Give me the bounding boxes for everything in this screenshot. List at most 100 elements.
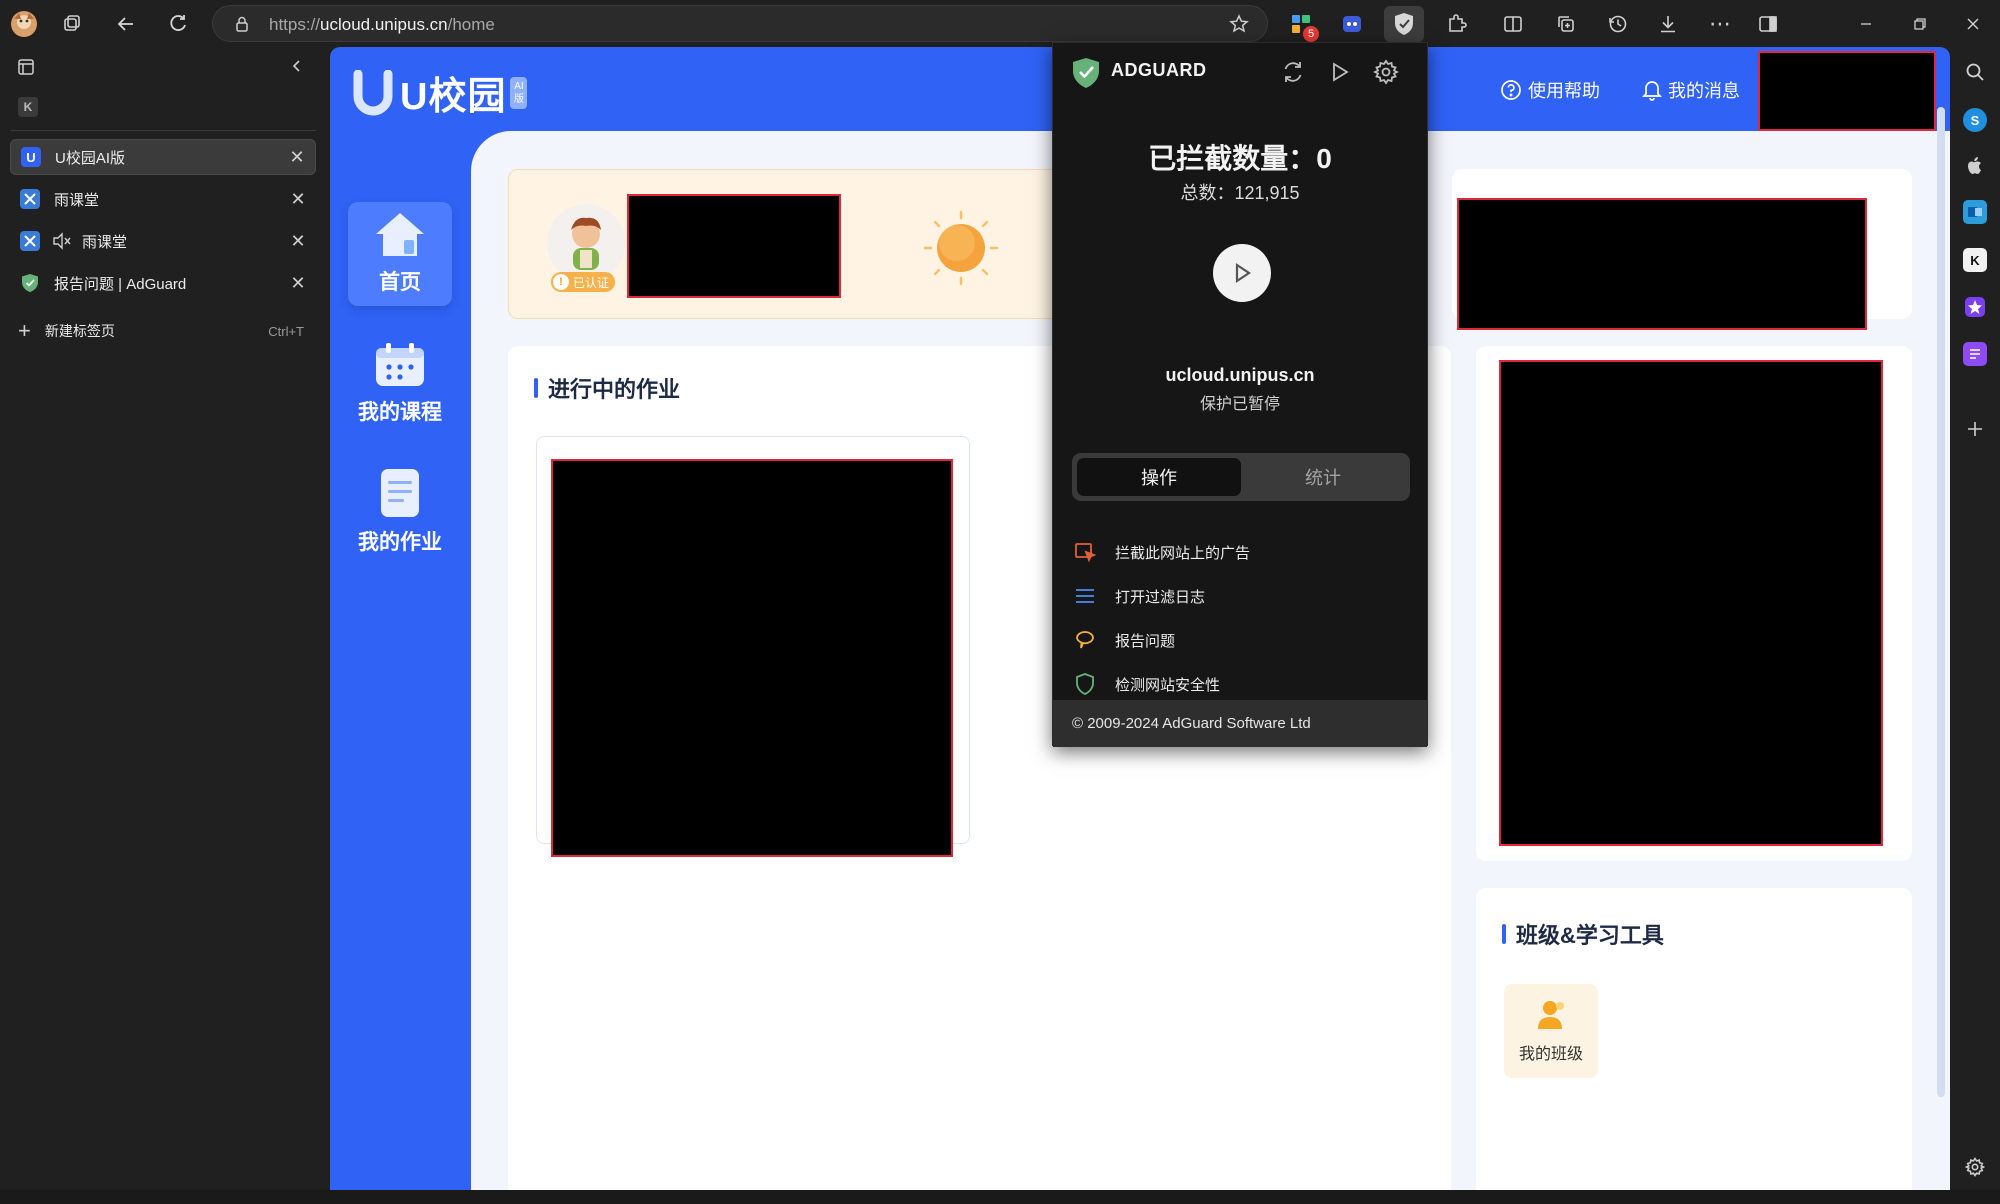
- adguard-extension-icon[interactable]: [1384, 6, 1424, 42]
- downloads-icon[interactable]: [1652, 8, 1684, 40]
- lock-icon[interactable]: [233, 15, 251, 33]
- sidebar-settings-gear-icon[interactable]: [1963, 1155, 1987, 1179]
- nav-my-courses[interactable]: 我的课程: [348, 332, 452, 436]
- collapse-panel-icon[interactable]: [288, 57, 306, 75]
- verified-badge: ! 已认证: [551, 272, 616, 292]
- resume-protection-icon[interactable]: [1327, 59, 1353, 85]
- logo-ai-badge: AI版: [510, 76, 528, 109]
- nav-label: 我的课程: [358, 401, 442, 424]
- help-link[interactable]: 使用帮助: [1500, 77, 1600, 103]
- new-tab-label: 新建标签页: [44, 323, 115, 339]
- tab-title: 雨课堂: [54, 191, 100, 209]
- tab-actions[interactable]: 操作: [1077, 458, 1241, 496]
- star-app-icon[interactable]: [1963, 295, 1987, 319]
- outlook-icon[interactable]: [1963, 200, 1987, 224]
- tab-title: U校园AI版: [55, 149, 126, 167]
- my-class-tool[interactable]: 我的班级: [1504, 984, 1598, 1078]
- calendar-icon: [376, 343, 424, 386]
- ucampus-favicon-icon: U: [21, 147, 41, 167]
- resume-play-button[interactable]: [1213, 244, 1271, 302]
- nav-label: 我的作业: [358, 531, 442, 554]
- close-tab-icon[interactable]: ✕: [286, 271, 310, 295]
- page-scrollbar[interactable]: [1937, 107, 1945, 1097]
- collections-icon[interactable]: [1550, 8, 1582, 40]
- muted-speaker-icon[interactable]: [52, 232, 72, 250]
- notes-app-icon[interactable]: [1963, 342, 1987, 366]
- popup-segmented-tabs: 操作 统计: [1072, 453, 1410, 501]
- blocked-count-text: 已拦截数量：0: [1053, 137, 1427, 177]
- redacted-homework: [551, 459, 953, 857]
- stats-card: [1452, 169, 1912, 330]
- address-bar[interactable]: https://ucloud.unipus.cn/home: [212, 5, 1268, 42]
- skype-icon[interactable]: S: [1963, 108, 1987, 132]
- total-count: 121,915: [1234, 183, 1300, 203]
- messages-label: 我的消息: [1668, 81, 1740, 101]
- homework-item-card[interactable]: [536, 436, 970, 857]
- back-icon[interactable]: [110, 8, 142, 40]
- nav-home[interactable]: 首页: [348, 202, 452, 306]
- tab-statistics[interactable]: 统计: [1241, 458, 1405, 496]
- split-screen-icon[interactable]: [1497, 8, 1529, 40]
- redacted-user-area: [1758, 51, 1936, 131]
- tab-actions-icon[interactable]: [16, 57, 36, 77]
- tools-title: 班级&学习工具: [1502, 918, 1664, 950]
- add-sidebar-app-icon[interactable]: [1963, 417, 1987, 441]
- new-tab-shortcut: Ctrl+T: [268, 323, 304, 339]
- close-window-icon[interactable]: [1957, 8, 1989, 40]
- adguard-footer: © 2009-2024 AdGuard Software Ltd: [1053, 700, 1427, 747]
- settings-gear-icon[interactable]: [1373, 59, 1399, 85]
- plus-icon: +: [18, 318, 31, 343]
- new-tab-button[interactable]: + 新建标签页 Ctrl+T: [10, 313, 316, 349]
- refresh-icon[interactable]: [1280, 59, 1306, 85]
- report-icon: [1073, 628, 1097, 652]
- workspaces-icon[interactable]: [56, 8, 88, 40]
- favorite-star-icon[interactable]: [1229, 14, 1249, 34]
- extension-dark-icon[interactable]: [1336, 8, 1368, 40]
- k-app-icon[interactable]: K: [1963, 248, 1987, 272]
- verified-label: 已认证: [573, 275, 610, 290]
- minimize-icon[interactable]: [1850, 8, 1882, 40]
- refresh-icon[interactable]: [162, 8, 194, 40]
- url-path: /home: [447, 15, 495, 34]
- action-block-ads[interactable]: 拦截此网站上的广告: [1073, 535, 1413, 569]
- sun-icon: [921, 208, 1001, 288]
- play-icon: [1235, 262, 1251, 284]
- search-icon[interactable]: [1963, 60, 1987, 84]
- sidebar-toggle-icon[interactable]: [1752, 8, 1784, 40]
- action-check-security[interactable]: 检测网站安全性: [1073, 667, 1413, 701]
- adguard-brand: ADGUARD: [1111, 60, 1207, 80]
- extensions-puzzle-icon[interactable]: [1440, 8, 1472, 40]
- extension-badge: 5: [1303, 26, 1319, 42]
- vertical-tabs-panel: K U U校园AI版 ✕ 雨课堂 ✕ 雨课堂 ✕ 报告问题 | AdGuard …: [0, 47, 326, 1204]
- messages-link[interactable]: 我的消息: [1642, 77, 1740, 103]
- redacted-info: [1499, 360, 1883, 846]
- my-class-label: 我的班级: [1518, 1046, 1583, 1063]
- pinned-tab-k-icon[interactable]: K: [18, 97, 38, 117]
- action-open-filter-log[interactable]: 打开过滤日志: [1073, 579, 1413, 613]
- url-text[interactable]: https://ucloud.unipus.cn/home: [269, 15, 495, 35]
- tab-yuketang-1[interactable]: 雨课堂 ✕: [10, 181, 316, 217]
- tab-adguard-report[interactable]: 报告问题 | AdGuard ✕: [10, 265, 316, 301]
- tabs-divider: [10, 130, 316, 131]
- block-ad-icon: [1073, 540, 1097, 564]
- tab-yuketang-2[interactable]: 雨课堂 ✕: [10, 223, 316, 259]
- document-icon: [381, 469, 419, 517]
- close-tab-icon[interactable]: ✕: [286, 187, 310, 211]
- history-icon[interactable]: [1602, 8, 1634, 40]
- extension-colorful-icon[interactable]: 5: [1285, 8, 1319, 42]
- action-report-issue[interactable]: 报告问题: [1073, 623, 1413, 657]
- tab-ucampus[interactable]: U U校园AI版 ✕: [10, 139, 316, 175]
- bottom-strip: [0, 1190, 2000, 1204]
- profile-avatar[interactable]: [8, 8, 40, 40]
- close-tab-icon[interactable]: ✕: [286, 229, 310, 253]
- site-logo[interactable]: U校园 AI版: [352, 65, 528, 120]
- avatar[interactable]: [547, 204, 625, 282]
- more-options-icon[interactable]: ⋯: [1704, 8, 1736, 40]
- help-label: 使用帮助: [1528, 81, 1600, 101]
- restore-icon[interactable]: [1904, 8, 1936, 40]
- tab-title: 报告问题 | AdGuard: [54, 275, 187, 293]
- nav-my-homework[interactable]: 我的作业: [348, 462, 452, 566]
- adguard-logo-icon: [1071, 57, 1101, 89]
- close-tab-icon[interactable]: ✕: [285, 145, 309, 169]
- apple-icon[interactable]: [1963, 154, 1987, 178]
